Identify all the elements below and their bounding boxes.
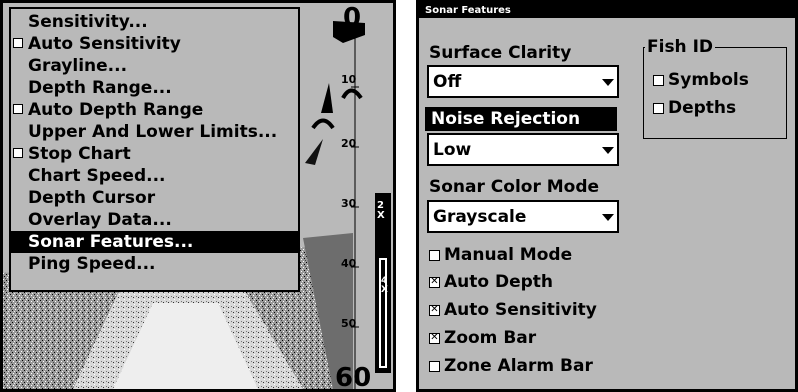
- checkbox-icon[interactable]: [13, 38, 23, 48]
- zoom-label-4x: 4X: [381, 276, 388, 295]
- sonar-chart-screen: 0 10 20 30 40 50 60 2X 4X Sensitivity...…: [0, 0, 396, 392]
- depth-label-0: 0: [343, 3, 362, 33]
- chevron-down-icon[interactable]: [602, 214, 614, 221]
- checkbox-unchecked-icon[interactable]: [653, 103, 664, 114]
- checkbox-icon[interactable]: [13, 104, 23, 114]
- depth-label-50: 50: [341, 317, 357, 330]
- checkbox-unchecked-icon[interactable]: [429, 361, 440, 372]
- sonar-context-menu: Sensitivity... Auto Sensitivity Grayline…: [9, 7, 300, 292]
- checkbox-icon[interactable]: [13, 148, 23, 158]
- surface-clarity-label: Surface Clarity: [429, 43, 572, 63]
- menu-item-grayline[interactable]: Grayline...: [11, 55, 298, 77]
- checkbox-unchecked-icon[interactable]: [429, 250, 440, 261]
- sonar-color-mode-label: Sonar Color Mode: [429, 177, 600, 197]
- depth-label-10: 10: [341, 73, 357, 86]
- depth-label-40: 40: [341, 257, 357, 270]
- fish-id-group: [643, 47, 787, 139]
- checkbox-checked-icon[interactable]: ✕: [429, 277, 440, 288]
- menu-item-auto-sensitivity[interactable]: Auto Sensitivity: [11, 33, 298, 55]
- menu-item-stop-chart[interactable]: Stop Chart: [11, 143, 298, 165]
- menu-item-overlay-data[interactable]: Overlay Data...: [11, 209, 298, 231]
- chevron-down-icon[interactable]: [602, 147, 614, 154]
- depth-label-20: 20: [341, 137, 357, 150]
- checkbox-checked-icon[interactable]: ✕: [429, 333, 440, 344]
- noise-rejection-label: Noise Rejection: [425, 107, 617, 131]
- depth-label-30: 30: [341, 197, 357, 210]
- menu-item-chart-speed[interactable]: Chart Speed...: [11, 165, 298, 187]
- zoom-label-2x: 2X: [377, 200, 385, 221]
- dialog-title: Sonar Features: [419, 3, 795, 18]
- noise-rejection-dropdown[interactable]: Low: [427, 133, 619, 166]
- depth-label-60: 60: [335, 363, 372, 392]
- sonar-color-mode-dropdown[interactable]: Grayscale: [427, 200, 619, 233]
- fish-id-title: Fish ID: [645, 37, 716, 57]
- menu-item-sensitivity[interactable]: Sensitivity...: [11, 11, 298, 33]
- checkbox-unchecked-icon[interactable]: [653, 75, 664, 86]
- menu-item-upper-lower-limits[interactable]: Upper And Lower Limits...: [11, 121, 298, 143]
- surface-clarity-dropdown[interactable]: Off: [427, 65, 619, 98]
- chevron-down-icon[interactable]: [602, 79, 614, 86]
- checkbox-checked-icon[interactable]: ✕: [429, 305, 440, 316]
- menu-item-ping-speed[interactable]: Ping Speed...: [11, 253, 298, 275]
- menu-item-depth-cursor[interactable]: Depth Cursor: [11, 187, 298, 209]
- menu-item-sonar-features[interactable]: Sonar Features...: [11, 231, 298, 253]
- sonar-features-dialog: Sonar Features Surface Clarity Off Noise…: [416, 0, 798, 392]
- menu-item-auto-depth-range[interactable]: Auto Depth Range: [11, 99, 298, 121]
- menu-item-depth-range[interactable]: Depth Range...: [11, 77, 298, 99]
